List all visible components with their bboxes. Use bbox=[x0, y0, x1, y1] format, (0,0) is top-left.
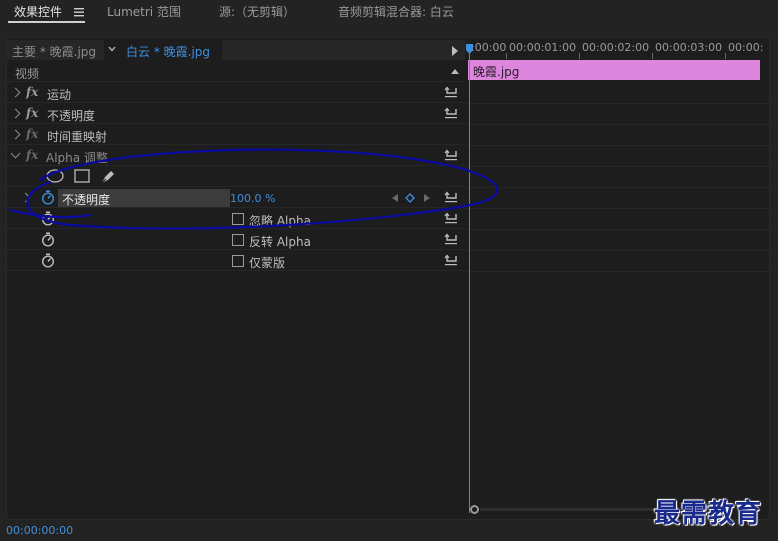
rectangle-mask-icon[interactable] bbox=[74, 169, 90, 183]
current-timecode[interactable]: 00:00:00:00 bbox=[6, 524, 73, 537]
reset-icon[interactable] bbox=[444, 191, 458, 203]
ellipse-mask-icon[interactable] bbox=[46, 169, 64, 183]
time-ruler[interactable]: :00:00 00:00:01:00 00:00:02:00 00:00:03:… bbox=[466, 37, 770, 59]
timeline-pane: :00:00 00:00:01:00 00:00:02:00 00:00:03:… bbox=[466, 37, 770, 520]
timeline-clip[interactable]: 晚霞.jpg bbox=[468, 60, 760, 80]
stopwatch-icon[interactable] bbox=[41, 232, 55, 247]
checkbox-label: 仅蒙版 bbox=[249, 256, 286, 270]
tab-source[interactable]: 源:（无剪辑） bbox=[219, 3, 295, 20]
collapse-section-icon[interactable] bbox=[451, 69, 459, 74]
property-row-invert-alpha[interactable]: 反转 Alpha bbox=[6, 230, 465, 250]
effect-name: 时间重映射 bbox=[47, 130, 108, 144]
next-keyframe-icon[interactable] bbox=[423, 193, 431, 203]
timeline-clip-label: 晚霞.jpg bbox=[473, 65, 520, 79]
fx-toggle-icon[interactable]: fx bbox=[26, 127, 38, 141]
play-only-audio-icon[interactable] bbox=[452, 46, 458, 56]
track-divider bbox=[466, 124, 770, 125]
chevron-right-icon[interactable] bbox=[20, 192, 31, 203]
effect-name: 不透明度 bbox=[47, 109, 96, 123]
active-tab-indicator bbox=[8, 21, 85, 23]
ignore-alpha-checkbox[interactable] bbox=[232, 213, 244, 225]
add-keyframe-icon[interactable] bbox=[405, 193, 415, 203]
ruler-label: 00:00: bbox=[728, 41, 764, 54]
ruler-label: :00:00 bbox=[471, 41, 507, 54]
playhead-line[interactable] bbox=[469, 47, 470, 513]
invert-alpha-checkbox[interactable] bbox=[232, 234, 244, 246]
fx-toggle-icon[interactable]: fx bbox=[26, 85, 38, 99]
fx-toggle-icon[interactable]: fx bbox=[26, 106, 38, 120]
tab-effect-controls[interactable]: 效果控件 bbox=[14, 3, 62, 20]
watermark-logo: 最需教育 bbox=[654, 499, 763, 529]
tab-lumetri-scopes[interactable]: Lumetri 范围 bbox=[107, 3, 181, 20]
chevron-down-icon[interactable] bbox=[10, 148, 21, 159]
previous-keyframe-icon[interactable] bbox=[391, 193, 399, 203]
effect-row-motion[interactable]: fx 运动 bbox=[6, 83, 465, 103]
track-divider bbox=[466, 145, 770, 146]
panel-tab-bar: 效果控件 Lumetri 范围 源:（无剪辑） 音频剪辑混合器: 白云 bbox=[0, 0, 778, 26]
reset-icon[interactable] bbox=[444, 254, 458, 266]
reset-icon[interactable] bbox=[444, 149, 458, 161]
ruler-label: 00:00:03:00 bbox=[655, 41, 723, 54]
reset-icon[interactable] bbox=[444, 86, 458, 98]
mask-tools-row bbox=[6, 167, 465, 187]
reset-icon[interactable] bbox=[444, 233, 458, 245]
chevron-right-icon[interactable] bbox=[10, 87, 21, 98]
track-divider bbox=[466, 250, 770, 251]
chevron-down-icon[interactable] bbox=[108, 45, 116, 53]
section-label: 视频 bbox=[15, 67, 40, 81]
opacity-value[interactable]: 100.0 % bbox=[230, 192, 275, 205]
effect-row-time-remapping[interactable]: fx 时间重映射 bbox=[6, 125, 465, 145]
property-row-mask-only[interactable]: 仅蒙版 bbox=[6, 251, 465, 271]
effect-properties-pane: 主要 * 晚霞.jpg 白云 * 晚霞.jpg 视频 fx 运动 fx 不透明度… bbox=[6, 37, 465, 520]
track-divider bbox=[466, 103, 770, 104]
tab-audio-clip-mixer[interactable]: 音频剪辑混合器: 白云 bbox=[338, 3, 454, 20]
stopwatch-icon[interactable] bbox=[41, 253, 55, 268]
ruler-tick bbox=[579, 53, 580, 59]
effect-row-alpha-adjust[interactable]: fx Alpha 调整 bbox=[6, 146, 465, 166]
checkbox-label: 忽略 Alpha bbox=[249, 214, 311, 228]
chevron-right-icon[interactable] bbox=[10, 129, 21, 140]
property-name: 不透明度 bbox=[62, 193, 111, 207]
ruler-tick bbox=[506, 53, 507, 59]
clip-selector-bar: 主要 * 晚霞.jpg 白云 * 晚霞.jpg bbox=[6, 40, 465, 60]
stopwatch-icon[interactable] bbox=[41, 211, 55, 226]
chevron-right-icon[interactable] bbox=[10, 108, 21, 119]
effect-name: Alpha 调整 bbox=[46, 151, 108, 165]
track-divider bbox=[466, 271, 770, 272]
ruler-label: 00:00:02:00 bbox=[582, 41, 650, 54]
ruler-tick bbox=[725, 53, 726, 59]
effect-row-opacity[interactable]: fx 不透明度 bbox=[6, 104, 465, 124]
zoom-handle[interactable] bbox=[470, 505, 479, 514]
track-divider bbox=[466, 229, 770, 230]
master-clip-label[interactable]: 主要 * 晚霞.jpg bbox=[12, 43, 96, 60]
checkbox-label: 反转 Alpha bbox=[249, 235, 311, 249]
scroll-track[interactable] bbox=[480, 508, 660, 511]
property-row-opacity[interactable]: 不透明度 100.0 % bbox=[6, 188, 465, 208]
effect-name: 运动 bbox=[47, 88, 72, 102]
stopwatch-icon[interactable] bbox=[41, 190, 55, 205]
video-section-header: 视频 bbox=[6, 62, 465, 82]
track-divider bbox=[466, 187, 770, 188]
pen-mask-icon[interactable] bbox=[100, 169, 116, 185]
track-divider bbox=[466, 208, 770, 209]
sequence-clip-label[interactable]: 白云 * 晚霞.jpg bbox=[126, 43, 210, 60]
hamburger-icon[interactable] bbox=[74, 8, 84, 17]
fx-toggle-icon[interactable]: fx bbox=[26, 148, 38, 162]
ruler-label: 00:00:01:00 bbox=[509, 41, 577, 54]
reset-icon[interactable] bbox=[444, 212, 458, 224]
ruler-tick bbox=[652, 53, 653, 59]
track-divider bbox=[466, 166, 770, 167]
mask-only-checkbox[interactable] bbox=[232, 255, 244, 267]
property-row-ignore-alpha[interactable]: 忽略 Alpha bbox=[6, 209, 465, 229]
timeline-zoom-scrollbar[interactable] bbox=[468, 503, 668, 515]
reset-icon[interactable] bbox=[444, 107, 458, 119]
